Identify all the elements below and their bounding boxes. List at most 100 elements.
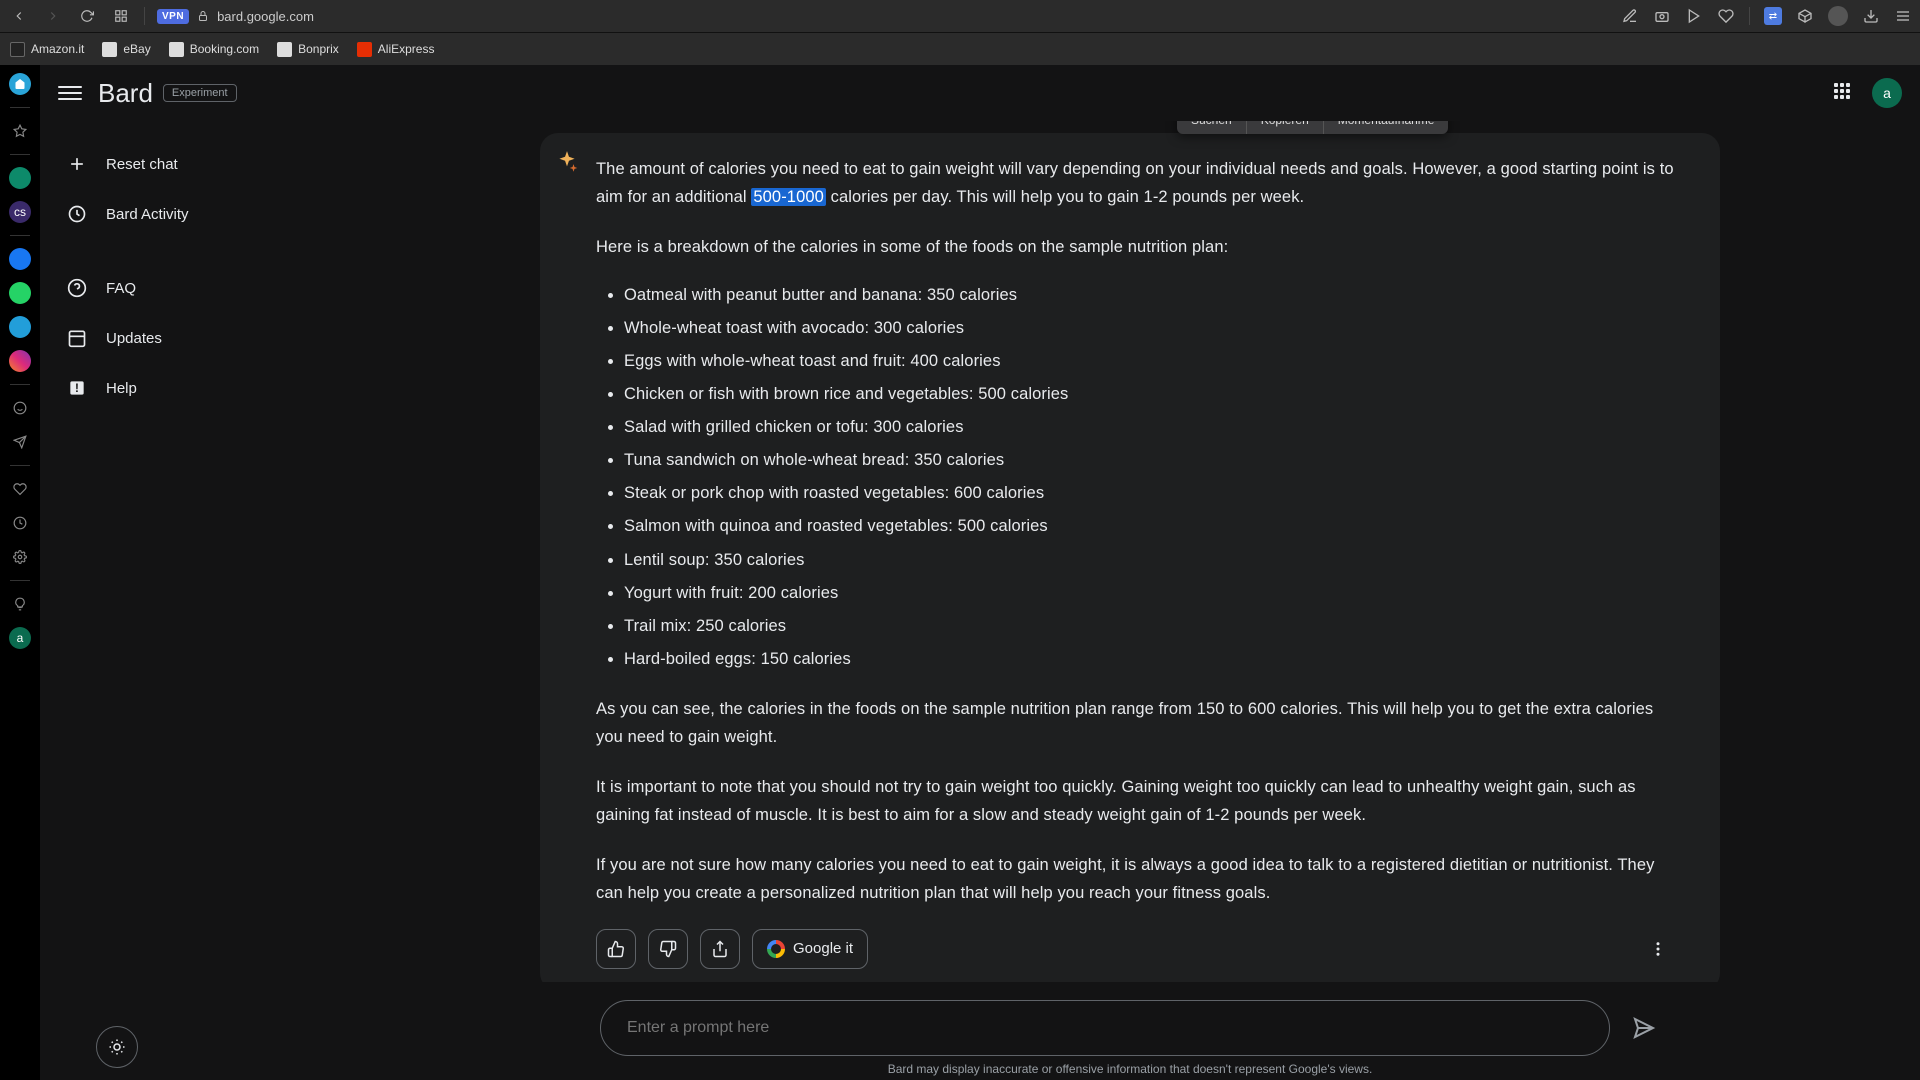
rail-home-icon[interactable] bbox=[9, 73, 31, 95]
play-icon[interactable] bbox=[1685, 7, 1703, 25]
list-item: Salad with grilled chicken or tofu: 300 … bbox=[624, 413, 1676, 441]
conversation-scroll[interactable]: Suchen Kopieren Momentaufnahme The amoun… bbox=[540, 121, 1720, 982]
rail-bulb-icon[interactable] bbox=[9, 593, 31, 615]
bookmark-item[interactable]: Booking.com bbox=[169, 42, 259, 57]
list-item: Chicken or fish with brown rice and vege… bbox=[624, 380, 1676, 408]
sidebar-item-activity[interactable]: Bard Activity bbox=[52, 191, 328, 237]
profile-avatar[interactable] bbox=[1828, 6, 1848, 26]
rail-settings-icon[interactable] bbox=[9, 546, 31, 568]
reload-button[interactable] bbox=[76, 5, 98, 27]
google-it-label: Google it bbox=[793, 940, 853, 957]
tabs-button[interactable] bbox=[110, 5, 132, 27]
list-item: Oatmeal with peanut butter and banana: 3… bbox=[624, 281, 1676, 309]
thumbs-up-button[interactable] bbox=[596, 929, 636, 969]
rail-history-icon[interactable] bbox=[9, 512, 31, 534]
prompt-input-container[interactable] bbox=[600, 1000, 1610, 1056]
feedback-row: Google it bbox=[596, 929, 1676, 969]
separator bbox=[10, 465, 30, 466]
separator bbox=[10, 154, 30, 155]
url-text: bard.google.com bbox=[217, 9, 314, 24]
sparkle-icon bbox=[554, 149, 580, 175]
bookmark-label: Booking.com bbox=[190, 42, 259, 56]
separator bbox=[1749, 7, 1750, 25]
list-item: Whole-wheat toast with avocado: 300 calo… bbox=[624, 314, 1676, 342]
bookmark-item[interactable]: Bonprix bbox=[277, 42, 339, 57]
thumbs-down-button[interactable] bbox=[648, 929, 688, 969]
plus-icon bbox=[66, 153, 88, 175]
sidebar-item-faq[interactable]: FAQ bbox=[52, 265, 328, 311]
bard-app: Bard Experiment a Reset chat Bard Activi… bbox=[40, 65, 1920, 1080]
bookmark-label: eBay bbox=[123, 42, 150, 56]
send-button[interactable] bbox=[1628, 1012, 1660, 1044]
rail-whatsapp-icon[interactable] bbox=[9, 282, 31, 304]
address-bar[interactable]: VPN bard.google.com bbox=[157, 9, 314, 24]
bookmark-label: AliExpress bbox=[378, 42, 435, 56]
rail-account-icon[interactable]: a bbox=[9, 627, 31, 649]
account-avatar[interactable]: a bbox=[1872, 78, 1902, 108]
context-menu-snapshot[interactable]: Momentaufnahme bbox=[1323, 121, 1449, 134]
sidebar-item-label: Reset chat bbox=[106, 156, 178, 173]
list-item: Lentil soup: 350 calories bbox=[624, 546, 1676, 574]
share-button[interactable] bbox=[700, 929, 740, 969]
context-menu-search[interactable]: Suchen bbox=[1177, 121, 1246, 134]
rail-app-icon[interactable]: cs bbox=[9, 201, 31, 223]
food-calorie-list: Oatmeal with peanut butter and banana: 3… bbox=[596, 281, 1676, 673]
camera-icon[interactable] bbox=[1653, 7, 1671, 25]
sidebar-item-reset-chat[interactable]: Reset chat bbox=[52, 141, 328, 187]
calendar-icon bbox=[66, 327, 88, 349]
sidebar-item-label: FAQ bbox=[106, 280, 136, 297]
list-item: Hard-boiled eggs: 150 calories bbox=[624, 645, 1676, 673]
response-paragraph: It is important to note that you should … bbox=[596, 773, 1676, 829]
selection-context-menu: Suchen Kopieren Momentaufnahme bbox=[1177, 121, 1448, 134]
separator bbox=[10, 235, 30, 236]
sidebar-item-help[interactable]: ! Help bbox=[52, 365, 328, 411]
conversation-area: Suchen Kopieren Momentaufnahme The amoun… bbox=[340, 121, 1920, 1080]
context-menu-copy[interactable]: Kopieren bbox=[1246, 121, 1323, 134]
app-title-text: Bard bbox=[98, 78, 153, 109]
google-it-button[interactable]: Google it bbox=[752, 929, 868, 969]
more-options-button[interactable] bbox=[1640, 931, 1676, 967]
bookmark-item[interactable]: eBay bbox=[102, 42, 150, 57]
bookmark-item[interactable]: AliExpress bbox=[357, 42, 435, 57]
menu-toggle-button[interactable] bbox=[58, 81, 82, 105]
lock-icon bbox=[197, 10, 209, 22]
rail-facebook-icon[interactable] bbox=[9, 248, 31, 270]
rail-star-icon[interactable] bbox=[9, 120, 31, 142]
sidebar-item-updates[interactable]: Updates bbox=[52, 315, 328, 361]
rail-app-icon[interactable] bbox=[9, 167, 31, 189]
app-title: Bard Experiment bbox=[98, 78, 237, 109]
list-item: Yogurt with fruit: 200 calories bbox=[624, 579, 1676, 607]
response-text: calories per day. This will help you to … bbox=[826, 188, 1304, 206]
highlighted-selection[interactable]: 500-1000 bbox=[751, 188, 826, 206]
translate-extension-icon[interactable]: ⇄ bbox=[1764, 7, 1782, 25]
clock-icon bbox=[66, 203, 88, 225]
forward-button[interactable] bbox=[42, 5, 64, 27]
separator bbox=[10, 580, 30, 581]
rail-telegram-icon[interactable] bbox=[9, 316, 31, 338]
rail-instagram-icon[interactable] bbox=[9, 350, 31, 372]
google-apps-button[interactable] bbox=[1834, 83, 1854, 103]
sidebar: Reset chat Bard Activity FAQ Updates ! H… bbox=[40, 121, 340, 1080]
rail-send-icon[interactable] bbox=[9, 431, 31, 453]
bookmark-label: Amazon.it bbox=[31, 42, 84, 56]
rail-smile-icon[interactable] bbox=[9, 397, 31, 419]
prompt-input[interactable] bbox=[627, 1019, 1583, 1037]
bard-header: Bard Experiment a bbox=[40, 65, 1920, 121]
menu-icon[interactable] bbox=[1894, 7, 1912, 25]
response-breakdown-intro: Here is a breakdown of the calories in s… bbox=[596, 233, 1676, 261]
browser-actions: ⇄ bbox=[1621, 6, 1912, 26]
google-logo-icon bbox=[767, 940, 785, 958]
heart-icon[interactable] bbox=[1717, 7, 1735, 25]
cube-icon[interactable] bbox=[1796, 7, 1814, 25]
download-icon[interactable] bbox=[1862, 7, 1880, 25]
back-button[interactable] bbox=[8, 5, 30, 27]
svg-text:!: ! bbox=[75, 382, 79, 395]
bookmarks-bar: Amazon.it eBay Booking.com Bonprix AliEx… bbox=[0, 33, 1920, 65]
edit-icon[interactable] bbox=[1621, 7, 1639, 25]
disclaimer-text: Bard may display inaccurate or offensive… bbox=[888, 1062, 1373, 1080]
sidebar-item-label: Updates bbox=[106, 330, 162, 347]
help-icon bbox=[66, 277, 88, 299]
bookmark-item[interactable]: Amazon.it bbox=[10, 42, 84, 57]
theme-toggle-button[interactable] bbox=[96, 1026, 138, 1068]
rail-heart-icon[interactable] bbox=[9, 478, 31, 500]
